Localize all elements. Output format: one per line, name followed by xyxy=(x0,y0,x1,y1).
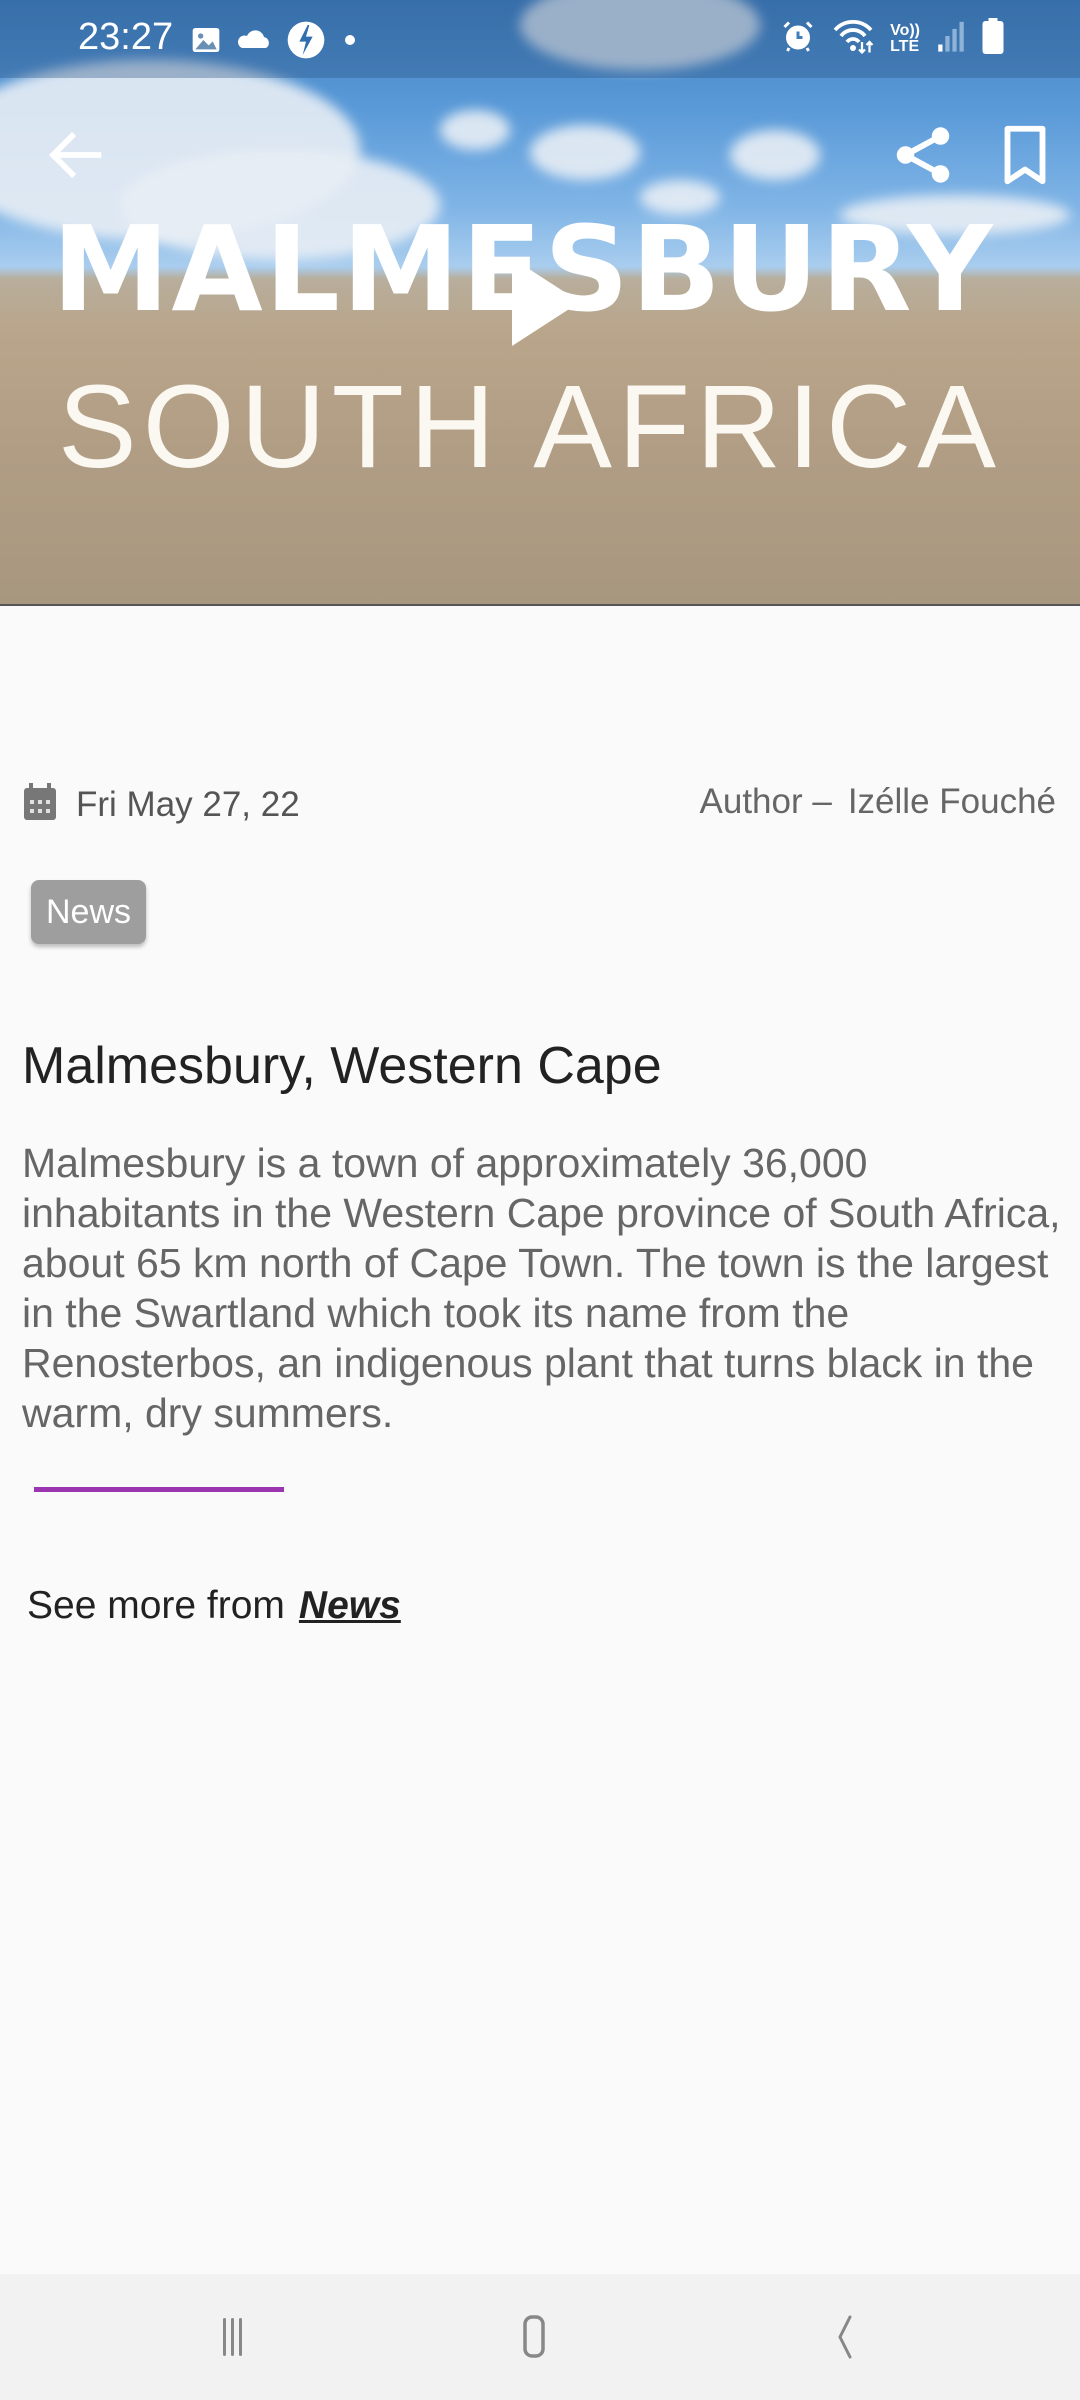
volte-icon: Vo)) LTE xyxy=(890,21,920,55)
volte-label-top: Vo)) xyxy=(890,21,920,39)
volte-label-bottom: LTE xyxy=(890,37,920,55)
wifi-icon xyxy=(832,18,874,59)
bolt-icon xyxy=(286,20,326,65)
article-date: Fri May 27, 22 xyxy=(22,782,300,827)
bookmark-icon[interactable] xyxy=(990,120,1060,190)
dot-icon xyxy=(340,30,360,55)
play-icon[interactable] xyxy=(512,258,580,346)
recents-icon[interactable] xyxy=(212,2312,272,2362)
article-body: Malmesbury is a town of approximately 36… xyxy=(22,1140,1061,1436)
home-icon[interactable] xyxy=(514,2312,574,2362)
accent-divider xyxy=(34,1487,284,1492)
article-author: Author – Izélle Fouché xyxy=(700,782,1056,822)
top-action-bar xyxy=(0,110,1080,190)
arrow-back-icon[interactable] xyxy=(40,120,110,190)
see-more-row: See more from News xyxy=(27,1584,401,1628)
system-nav-bar xyxy=(0,2274,1080,2400)
alarm-icon xyxy=(780,18,816,59)
share-icon[interactable] xyxy=(888,120,958,190)
article-title: Malmesbury, Western Cape xyxy=(22,1037,662,1095)
status-bar: 23:27 Vo)) LTE xyxy=(0,0,1080,78)
cloud-icon xyxy=(236,26,272,59)
see-more-label: See more from xyxy=(27,1584,285,1627)
status-time: 23:27 xyxy=(78,16,174,58)
hero-bottom-border xyxy=(0,604,1080,606)
calendar-icon xyxy=(22,782,58,827)
date-text: Fri May 27, 22 xyxy=(76,784,300,824)
hero-title-line-2: SOUTH AFRICA xyxy=(58,361,1002,493)
article-meta-row: Fri May 27, 22 Author – Izélle Fouché xyxy=(0,776,1080,836)
nav-back-icon[interactable] xyxy=(818,2312,878,2362)
gallery-icon xyxy=(190,24,222,61)
hero-video-thumbnail[interactable]: MALMESBURY SOUTH AFRICA xyxy=(0,0,1080,606)
category-tag[interactable]: News xyxy=(31,880,146,944)
signal-icon xyxy=(936,19,966,58)
see-more-category-link[interactable]: News xyxy=(299,1584,401,1627)
author-label: Author – xyxy=(699,782,832,821)
author-name: Izélle Fouché xyxy=(847,782,1056,821)
battery-icon xyxy=(982,18,1004,59)
